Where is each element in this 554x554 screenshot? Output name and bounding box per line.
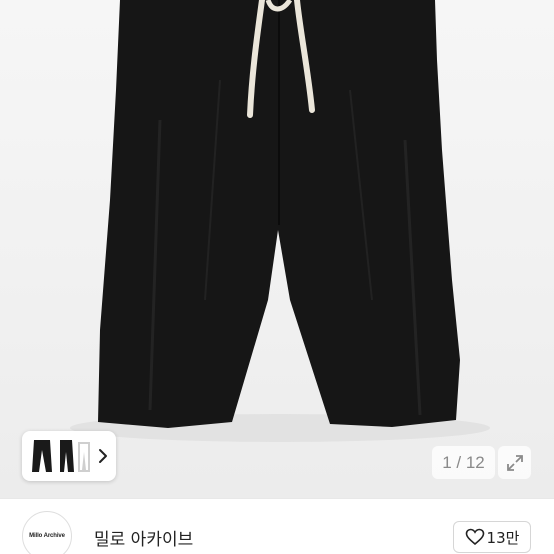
like-count: 13만 xyxy=(486,528,520,547)
thumbnail-strip[interactable] xyxy=(22,431,116,481)
heart-outline-icon xyxy=(465,528,484,546)
seller-bar: Millo Archive 밀로 아카이브 13만 xyxy=(0,498,554,554)
product-image-gallery[interactable]: 1 / 12 xyxy=(0,0,554,498)
seller-name[interactable]: 밀로 아카이브 xyxy=(94,525,193,550)
seller-avatar[interactable]: Millo Archive xyxy=(22,511,72,554)
image-counter: 1 / 12 xyxy=(432,446,495,479)
expand-arrows-icon xyxy=(506,454,523,471)
thumbnail-images xyxy=(32,440,90,472)
product-photo xyxy=(70,0,490,442)
avatar-logo-text: Millo Archive xyxy=(29,533,65,539)
chevron-right-icon[interactable] xyxy=(98,448,108,464)
like-button[interactable]: 13만 xyxy=(453,521,531,553)
expand-button[interactable] xyxy=(498,446,531,479)
